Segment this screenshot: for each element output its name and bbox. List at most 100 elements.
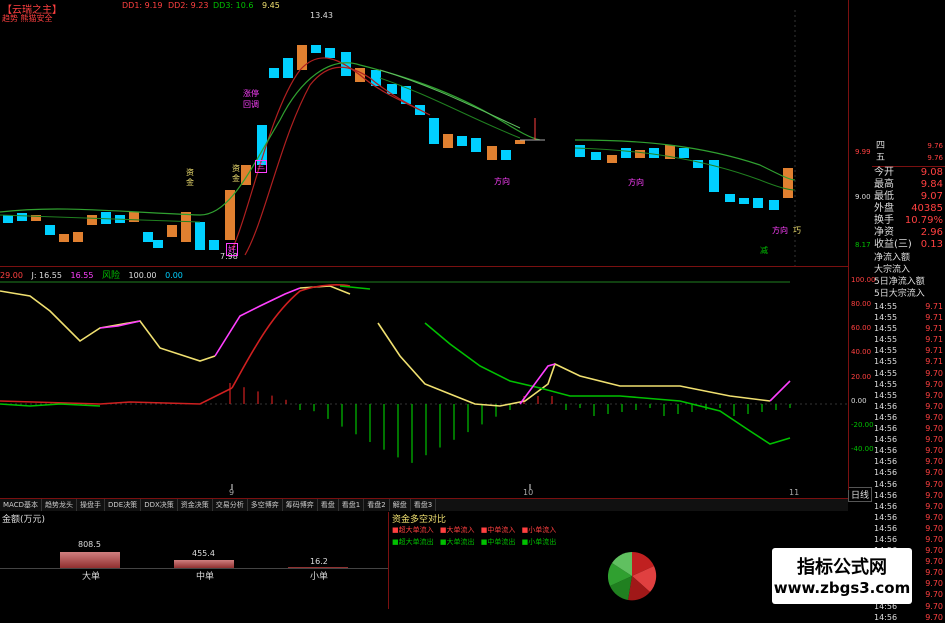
tick-row: 14:569.70 — [874, 446, 943, 456]
tab-6[interactable]: 交易分析 — [213, 499, 248, 511]
pink-label-1: 方向 — [494, 177, 510, 186]
tick-row: 14:55 9.71 — [874, 324, 943, 334]
tick-row: 14:569.70 — [874, 468, 943, 478]
compare-title: 资金多空对比 — [392, 515, 447, 525]
zijin-label-mid: 资金 — [232, 164, 240, 183]
tick-row: 14:55 9.70 — [874, 390, 943, 400]
signal-label-2: 回调 — [243, 100, 259, 109]
flow-row-4: 5日大宗流入 — [874, 289, 925, 299]
quote-value: 10.79% — [904, 215, 943, 226]
quote-value: 9.84 — [920, 179, 943, 190]
price-axis: 9.99 9.00 8.17 100.00 80.00 60.00 40.00 … — [848, 0, 876, 490]
candle — [195, 222, 205, 250]
tick-row: 14:55 9.70 — [874, 368, 943, 378]
flow-row-2: 大宗流入 — [874, 265, 911, 275]
candle — [649, 148, 659, 158]
quote-panel: 今开 9.08 最高 9.84 最低 9.07 外盘 40385 换手 10.79% 净资 2.96 收… — [872, 166, 945, 251]
quote-label: 最高 — [874, 179, 894, 190]
compare-row-in: ■超大单流入 ■大单流入 ■中单流入 ■小单流入 — [392, 526, 557, 534]
candle — [621, 148, 631, 158]
ind-tick-80: 80.00 — [851, 300, 872, 308]
candle — [607, 155, 617, 163]
kline-chart[interactable] — [0, 0, 848, 266]
tab-2[interactable]: 操盘手 — [77, 499, 105, 511]
tab-10[interactable]: 看盘1 — [339, 499, 365, 511]
k-line-yellow-3 — [377, 322, 771, 407]
candle — [283, 58, 293, 78]
bar-small-label: 小单 — [310, 572, 329, 582]
candle — [87, 215, 97, 225]
tab-13[interactable]: 看盘3 — [411, 499, 437, 511]
ma-line-green-6 — [0, 214, 201, 223]
tab-1[interactable]: 趋势龙头 — [42, 499, 77, 511]
tab-11[interactable]: 看盘2 — [364, 499, 390, 511]
candle — [297, 45, 307, 70]
candle — [143, 232, 153, 242]
quote-label: 换手 — [874, 215, 894, 226]
indicator-chart[interactable] — [0, 266, 848, 490]
marker-hao: 好 — [226, 243, 238, 256]
weekday-box: 四 9.76 五 9.76 — [872, 140, 945, 164]
ind-tick-40: 40.00 — [851, 348, 872, 356]
tick-row: 14:569.70 — [874, 512, 943, 522]
tab-8[interactable]: 筹码博弈 — [283, 499, 318, 511]
tick-row: 14:569.70 — [874, 435, 943, 445]
flow-panel: 净流入额 大宗流入 5日净流入额 5日大宗流入 — [872, 252, 945, 300]
bar-mid — [174, 560, 234, 568]
candle — [181, 212, 191, 242]
amount-panel: 金额(万元) 808.5 大单 455.4 中单 16.2 小单 — [0, 512, 389, 609]
signal-label-1: 涨停 — [243, 89, 259, 98]
weekday-1: 四 — [876, 141, 886, 151]
tab-9[interactable]: 看盘 — [318, 499, 339, 511]
quote-row: 今开 9.08 — [872, 167, 945, 179]
candle — [501, 150, 511, 160]
d-line-red-low — [0, 387, 233, 405]
flow-row-3: 5日净流入额 — [874, 277, 925, 287]
candle — [429, 118, 439, 144]
pink-label-2: 方向 — [628, 178, 644, 187]
bar-big-value: 808.5 — [78, 540, 101, 549]
tab-12[interactable]: 解盘 — [390, 499, 411, 511]
date-tick-11: 11 — [789, 488, 800, 497]
candle — [769, 200, 779, 210]
tab-4[interactable]: DDX决策 — [141, 499, 178, 511]
tab-7[interactable]: 多空博弈 — [248, 499, 283, 511]
candle — [209, 240, 219, 250]
tick-row: 14:569.70 — [874, 457, 943, 467]
ind-tick-20: 20.00 — [851, 373, 872, 381]
tick-row: 14:55 9.71 — [874, 357, 943, 367]
candle — [101, 212, 111, 224]
candle — [591, 152, 601, 160]
ind-tick-neg20: -20.00 — [851, 421, 874, 429]
tick-row: 14:569.70 — [874, 401, 943, 411]
zijin-label-left: 资金 — [186, 168, 194, 187]
j-line-green-top — [339, 285, 371, 290]
candle — [225, 190, 235, 240]
tab-3[interactable]: DDE决策 — [105, 499, 142, 511]
tick-row: 14:55 9.70 — [874, 379, 943, 389]
k-line-yellow-2 — [299, 285, 351, 295]
tab-0[interactable]: MACD基本 — [0, 499, 42, 511]
flow-row-1: 净流入额 — [874, 253, 911, 263]
price-tick-3: 8.17 — [855, 241, 871, 249]
quote-value: 9.07 — [920, 191, 943, 202]
pie-chart — [607, 551, 657, 601]
tick-row: 14:55 9.71 — [874, 302, 943, 311]
quote-value: 2.96 — [920, 227, 943, 238]
price-tick-1: 9.99 — [855, 148, 871, 156]
marker-san: 三 — [255, 160, 267, 173]
tab-5[interactable]: 资金决策 — [178, 499, 213, 511]
ind-tick-neg40: -40.00 — [851, 445, 874, 453]
watermark-line1: 指标公式网 — [797, 557, 887, 578]
weekday-1-val: 9.76 — [927, 142, 943, 150]
price-tick-2: 9.00 — [855, 193, 871, 201]
compare-row-out: ■超大单流出 ■大单流出 ■中单流出 ■小单流出 — [392, 538, 557, 546]
candle — [167, 225, 177, 237]
bar-mid-label: 中单 — [196, 572, 215, 582]
candle — [59, 234, 69, 242]
date-tick-9: 9 — [229, 488, 235, 497]
quote-value: 40385 — [911, 203, 943, 214]
candle — [45, 225, 55, 235]
bar-mid-value: 455.4 — [192, 549, 215, 558]
green-note: 减 — [760, 246, 768, 255]
